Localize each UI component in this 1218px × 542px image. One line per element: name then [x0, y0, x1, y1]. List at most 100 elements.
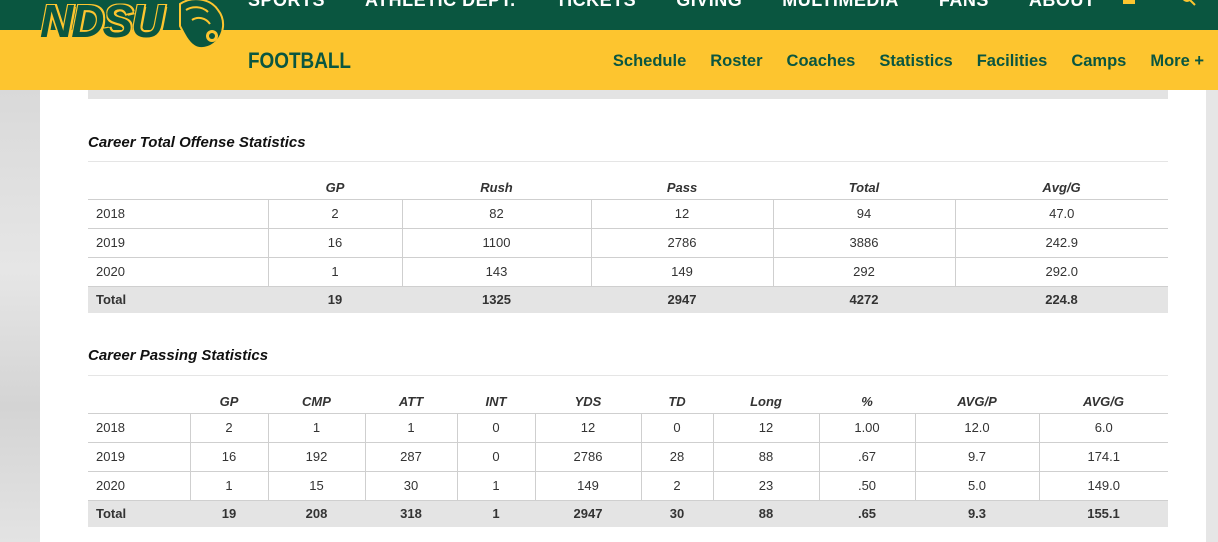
topnav-sports[interactable]: SPORTS — [248, 0, 325, 14]
cell: Total — [88, 500, 190, 527]
passing-header-gp[interactable]: GP — [190, 376, 268, 414]
cell: 2019 — [88, 442, 190, 472]
passing-header-long[interactable]: Long — [713, 376, 819, 414]
background-decoration — [0, 90, 40, 542]
passing-header-yds[interactable]: YDS — [535, 376, 641, 414]
cell: 2786 — [534, 442, 641, 472]
top-nav: SPORTS ATHLETIC DEPT. TICKETS GIVING MUL… — [248, 0, 1135, 14]
table-row: 2020 1 143 149 292 292.0 — [88, 257, 1168, 287]
cell: 16 — [267, 228, 402, 258]
stats-content: Career Total Offense Statistics GP Rush … — [40, 90, 1206, 542]
cell: 19 — [190, 500, 268, 527]
cell: 318 — [365, 500, 457, 527]
table-row: 2018 2 1 1 0 12 0 12 1.00 12.0 6.0 — [88, 413, 1168, 443]
subnav-roster[interactable]: Roster — [710, 51, 762, 71]
cell: 1100 — [401, 228, 591, 258]
topnav-fans[interactable]: FANS — [939, 0, 989, 14]
cell: 3886 — [772, 228, 955, 258]
cell: 88 — [713, 500, 819, 527]
passing-header-td[interactable]: TD — [641, 376, 713, 414]
passing-header-avg-p[interactable]: AVG/P — [915, 376, 1039, 414]
passing-header-avg-g[interactable]: AVG/G — [1039, 376, 1168, 414]
background-right — [1206, 90, 1218, 542]
cell: 2947 — [535, 500, 641, 527]
subnav-facilities[interactable]: Facilities — [977, 51, 1048, 71]
cell: 12 — [534, 413, 641, 443]
passing-header-int[interactable]: INT — [457, 376, 535, 414]
offense-header-year — [88, 162, 268, 200]
cell: 292 — [772, 257, 955, 287]
cell: 4272 — [773, 286, 955, 313]
cell: 1325 — [402, 286, 591, 313]
offense-header-pass[interactable]: Pass — [591, 162, 773, 200]
subnav-camps[interactable]: Camps — [1071, 51, 1126, 71]
cell: 28 — [640, 442, 713, 472]
cell: 5.0 — [914, 471, 1039, 501]
cell: 88 — [712, 442, 819, 472]
cell: 1 — [267, 413, 365, 443]
subnav-schedule[interactable]: Schedule — [613, 51, 686, 71]
cell: 6.0 — [1038, 413, 1168, 443]
cell: 1 — [189, 471, 268, 501]
topnav-athletic-dept[interactable]: ATHLETIC DEPT. — [365, 0, 516, 14]
cell: 12.0 — [914, 413, 1039, 443]
cell: 2020 — [88, 257, 268, 287]
topnav-giving[interactable]: GIVING — [676, 0, 742, 14]
cell: 149.0 — [1038, 471, 1168, 501]
passing-header-att[interactable]: ATT — [365, 376, 457, 414]
subnav-statistics[interactable]: Statistics — [879, 51, 952, 71]
table-row: 2019 16 192 287 0 2786 28 88 .67 9.7 174… — [88, 442, 1168, 472]
cell: 2 — [267, 199, 402, 229]
cell: 9.7 — [914, 442, 1039, 472]
cell: 1 — [364, 413, 457, 443]
passing-section-title: Career Passing Statistics — [88, 347, 269, 364]
ndsu-logo[interactable]: NDSU — [40, 0, 230, 60]
cell: .50 — [818, 471, 915, 501]
cell: 12 — [712, 413, 819, 443]
cell: 2018 — [88, 413, 190, 443]
cell: .67 — [818, 442, 915, 472]
cell: 1 — [456, 471, 535, 501]
previous-table-footer — [88, 90, 1168, 99]
cell: 0 — [456, 413, 535, 443]
cell: 47.0 — [954, 199, 1168, 229]
offense-header-gp[interactable]: GP — [268, 162, 402, 200]
passing-header-cmp[interactable]: CMP — [268, 376, 365, 414]
subnav-more[interactable]: More + — [1150, 51, 1204, 71]
sport-title[interactable]: FOOTBALL — [248, 48, 351, 74]
offense-header-avg-g[interactable]: Avg/G — [955, 162, 1168, 200]
cell: 9.3 — [915, 500, 1039, 527]
passing-header-pct[interactable]: % — [819, 376, 915, 414]
cell: 149 — [534, 471, 641, 501]
cell: 19 — [268, 286, 402, 313]
cell: 242.9 — [954, 228, 1168, 258]
table-row: 2019 16 1100 2786 3886 242.9 — [88, 228, 1168, 258]
topnav-tickets[interactable]: TICKETS — [556, 0, 637, 14]
cell: .65 — [819, 500, 915, 527]
topnav-multimedia[interactable]: MULTIMEDIA — [782, 0, 899, 14]
search-icon[interactable] — [1182, 0, 1196, 6]
account-icon[interactable] — [1122, 0, 1136, 6]
subnav-coaches[interactable]: Coaches — [787, 51, 856, 71]
cell: 30 — [364, 471, 457, 501]
cell: 155.1 — [1039, 500, 1168, 527]
offense-header-total[interactable]: Total — [773, 162, 955, 200]
topnav-about[interactable]: ABOUT — [1029, 0, 1096, 14]
cell: 0 — [640, 413, 713, 443]
offense-header-rush[interactable]: Rush — [402, 162, 591, 200]
passing-header-row: GP CMP ATT INT YDS TD Long % AVG/P AVG/G — [88, 376, 1168, 414]
cell: 15 — [267, 471, 365, 501]
cell: 174.1 — [1038, 442, 1168, 472]
passing-table: GP CMP ATT INT YDS TD Long % AVG/P AVG/G… — [88, 376, 1168, 527]
cell: 143 — [401, 257, 591, 287]
sport-subnav: Schedule Roster Coaches Statistics Facil… — [589, 51, 1204, 71]
cell: 16 — [189, 442, 268, 472]
cell: 292.0 — [954, 257, 1168, 287]
cell: Total — [88, 286, 268, 313]
cell: 1.00 — [818, 413, 915, 443]
table-row: 2018 2 82 12 94 47.0 — [88, 199, 1168, 229]
logo-wordmark: NDSU — [40, 0, 164, 47]
offense-section-title: Career Total Offense Statistics — [88, 134, 306, 151]
table-total-row: Total 19 1325 2947 4272 224.8 — [88, 286, 1168, 313]
cell: 224.8 — [955, 286, 1168, 313]
